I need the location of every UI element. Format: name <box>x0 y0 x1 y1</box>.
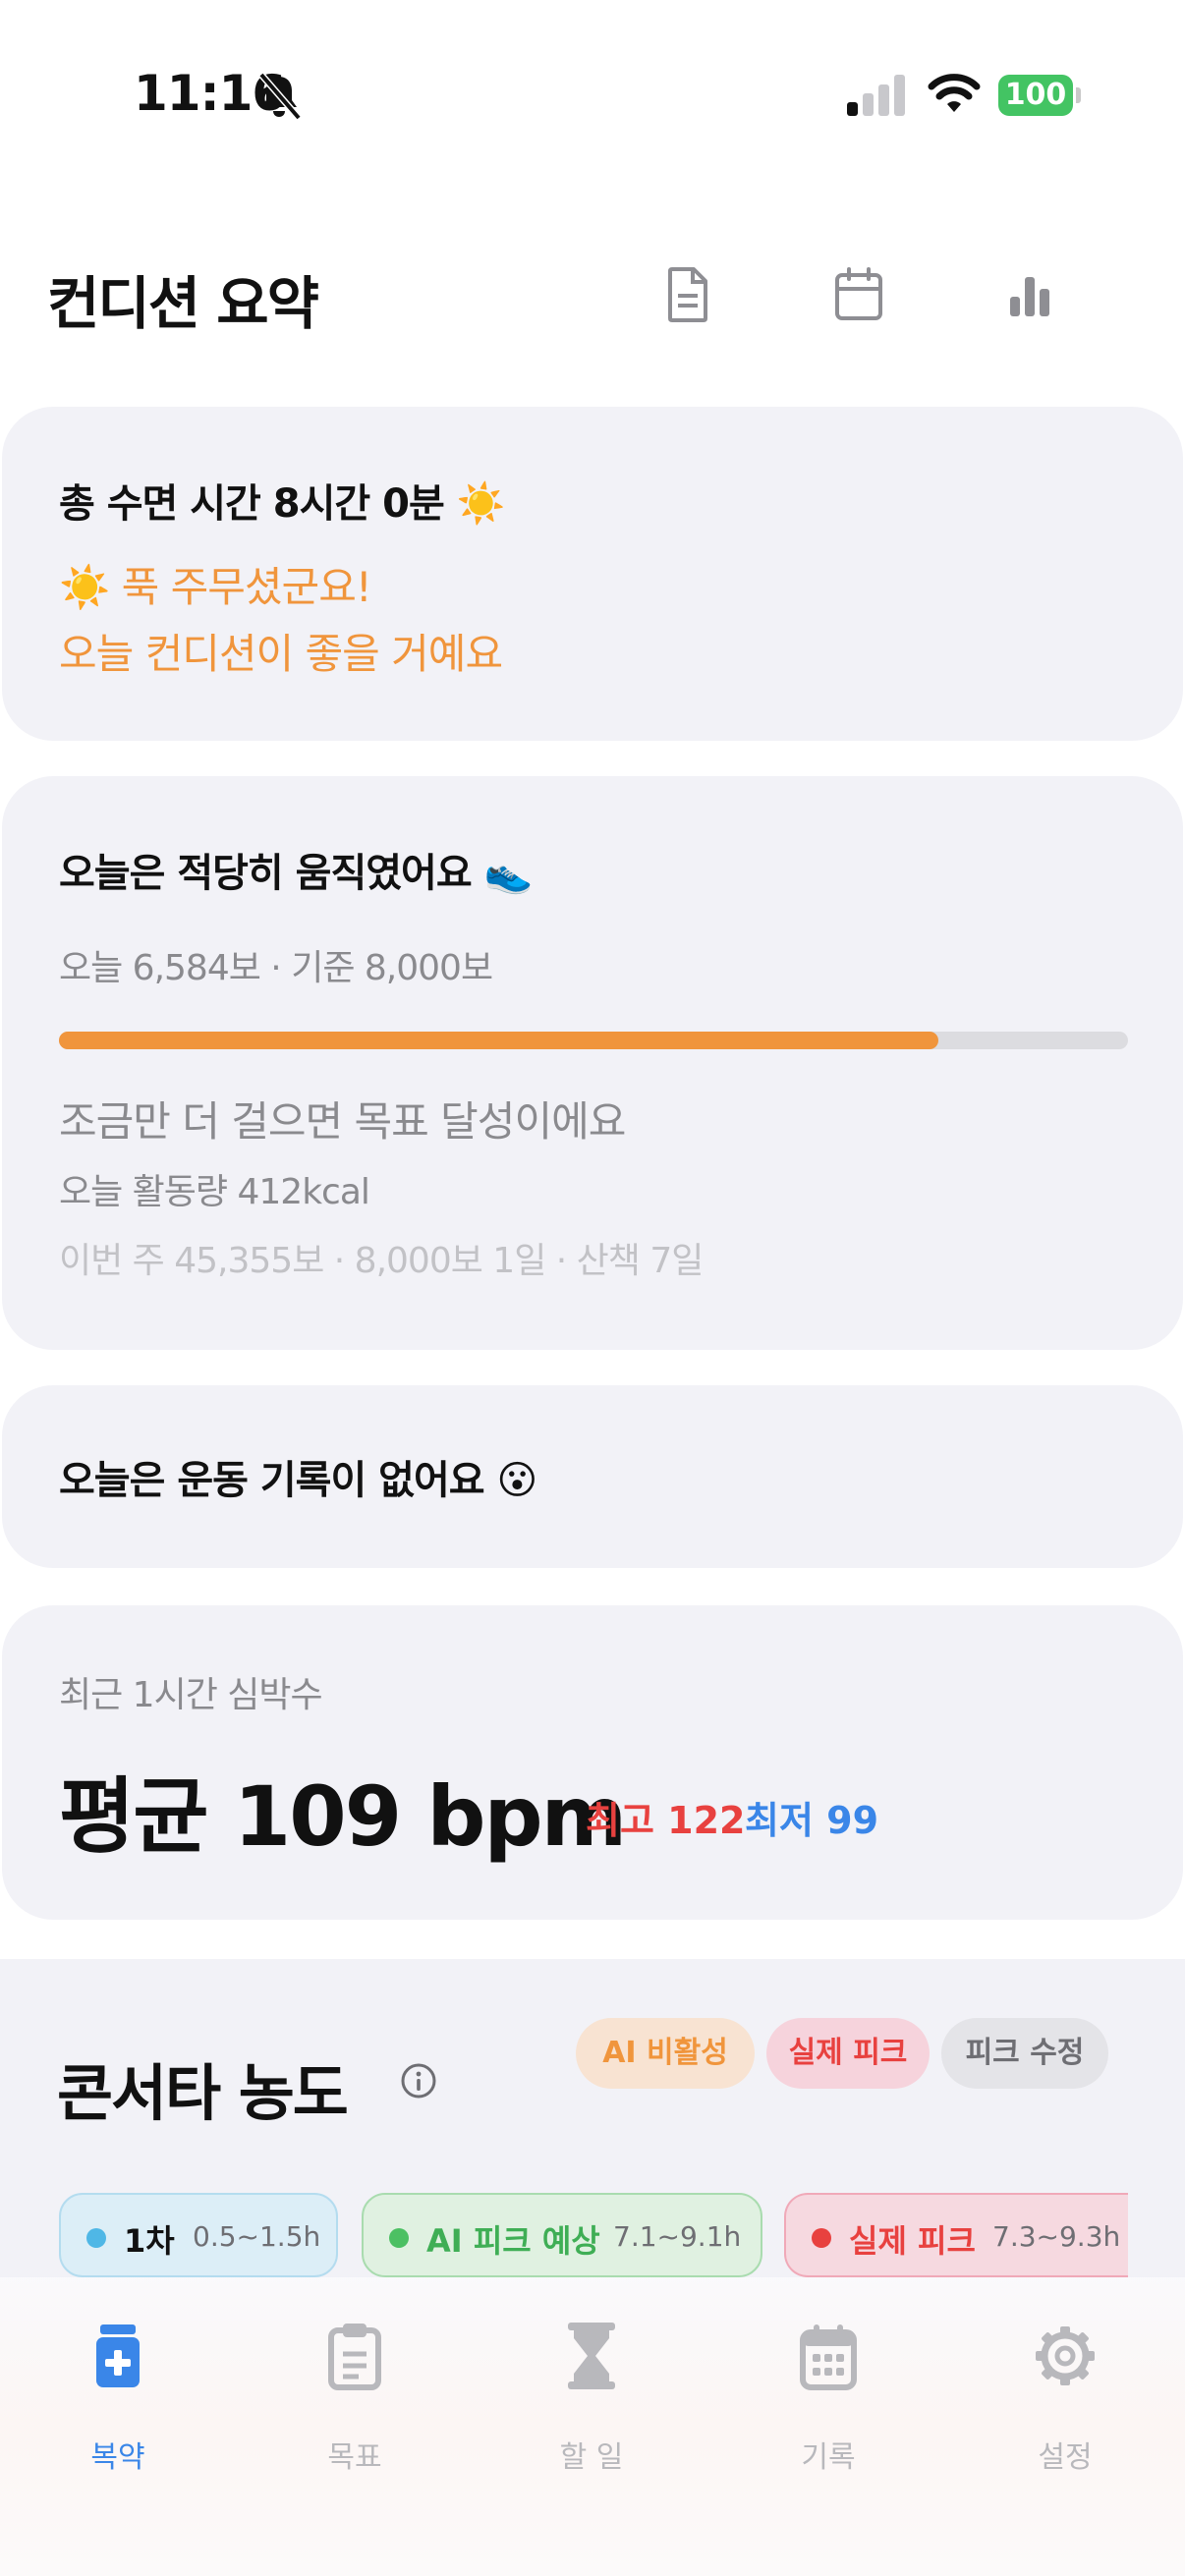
dose-chip-first[interactable]: 1차 0.5~1.5h <box>59 2193 338 2277</box>
exercise-card[interactable]: 오늘은 운동 기록이 없어요 😮 <box>2 1385 1183 1568</box>
heart-rate-label: 최근 1시간 심박수 <box>59 1675 323 1715</box>
tab-label: 기록 <box>801 2440 856 2475</box>
signal-icon <box>847 75 905 116</box>
steps-summary: 오늘 6,584보 · 기준 8,000보 <box>59 948 493 988</box>
chip-range: 0.5~1.5h <box>193 2220 321 2253</box>
document-icon <box>668 267 707 322</box>
ai-inactive-button[interactable]: AI 비활성 <box>576 2018 755 2089</box>
statistics-button[interactable] <box>1000 263 1059 326</box>
chip-dot <box>812 2228 831 2248</box>
tab-label: 목표 <box>327 2440 382 2475</box>
dose-chip-ai-peak[interactable]: AI 피크 예상 7.1~9.1h <box>362 2193 762 2277</box>
clipboard-icon <box>328 2324 381 2390</box>
tab-label: 복약 <box>90 2440 145 2475</box>
chip-label: 1차 <box>124 2222 175 2260</box>
steps-summary-card[interactable]: 오늘은 적당히 움직였어요 👟 오늘 6,584보 · 기준 8,000보 조금… <box>2 776 1183 1350</box>
heart-rate-max: 최고 122 <box>586 1799 746 1842</box>
dose-chip-actual-peak[interactable]: 실제 피크 7.3~9.3h <box>784 2193 1128 2277</box>
tab-todo[interactable]: 할 일 <box>474 2277 709 2513</box>
page-title: 컨디션 요약 <box>47 270 319 337</box>
sleep-message-line2: 오늘 컨디션이 좋을 거예요 <box>59 630 503 678</box>
concerta-title: 콘서타 농도 <box>57 2057 349 2129</box>
edit-peak-button[interactable]: 피크 수정 <box>941 2018 1108 2089</box>
activity-calories: 오늘 활동량 412kcal <box>59 1172 370 1212</box>
chip-range: 7.3~9.3h <box>992 2220 1121 2253</box>
status-bar: 11:16 100 <box>0 0 1185 187</box>
weekly-steps: 이번 주 45,355보 · 8,000보 1일 · 산책 7일 <box>59 1241 704 1281</box>
exercise-title: 오늘은 운동 기록이 없어요 😮 <box>59 1458 537 1503</box>
actual-peak-button[interactable]: 실제 피크 <box>766 2018 930 2089</box>
tab-goals[interactable]: 목표 <box>237 2277 473 2513</box>
tab-settings[interactable]: 설정 <box>947 2277 1183 2513</box>
sleep-title: 총 수면 시간 8시간 0분 ☀️ <box>59 481 505 527</box>
battery-indicator: 100 <box>998 75 1081 116</box>
steps-progress-fill <box>59 1032 939 1049</box>
tab-records[interactable]: 기록 <box>710 2277 946 2513</box>
calendar-icon <box>800 2324 857 2390</box>
heart-rate-min: 최저 99 <box>745 1799 879 1842</box>
battery-cap <box>1076 87 1081 103</box>
sleep-summary-card[interactable]: 총 수면 시간 8시간 0분 ☀️ ☀️ 푹 주무셨군요! 오늘 컨디션이 좋을… <box>2 407 1183 741</box>
chip-label: 실제 피크 <box>849 2222 976 2260</box>
sleep-message-line1: ☀️ 푹 주무셨군요! <box>59 563 372 611</box>
gear-icon <box>1036 2326 1095 2385</box>
medicine-icon <box>96 2324 140 2387</box>
steps-encouragement: 조금만 더 걸으면 목표 달성이에요 <box>59 1097 626 1146</box>
info-icon[interactable] <box>399 2061 438 2100</box>
chip-label: AI 피크 예상 <box>426 2222 600 2260</box>
hourglass-icon <box>568 2323 615 2389</box>
chip-range: 7.1~9.1h <box>613 2220 742 2253</box>
document-button[interactable] <box>658 263 717 326</box>
bar-chart-icon <box>1010 277 1049 316</box>
steps-title: 오늘은 적당히 움직였어요 👟 <box>59 851 533 896</box>
tab-bar: 복약 목표 할 일 기록 설정 <box>0 2277 1185 2576</box>
battery-level: 100 <box>998 75 1073 116</box>
heart-rate-average: 평균 109 bpm <box>59 1768 627 1865</box>
steps-progress-bar <box>59 1032 1128 1049</box>
chip-dot <box>86 2228 106 2248</box>
heart-rate-card[interactable]: 최근 1시간 심박수 평균 109 bpm 최고 122 최저 99 <box>2 1605 1183 1920</box>
wifi-icon <box>928 74 981 112</box>
chip-dot <box>389 2228 409 2248</box>
calendar-button[interactable] <box>829 263 888 326</box>
tab-label: 할 일 <box>559 2440 624 2475</box>
calendar-icon <box>835 267 882 320</box>
bell-slash-icon <box>258 72 302 121</box>
tab-medication[interactable]: 복약 <box>0 2277 236 2513</box>
tab-label: 설정 <box>1038 2440 1093 2475</box>
